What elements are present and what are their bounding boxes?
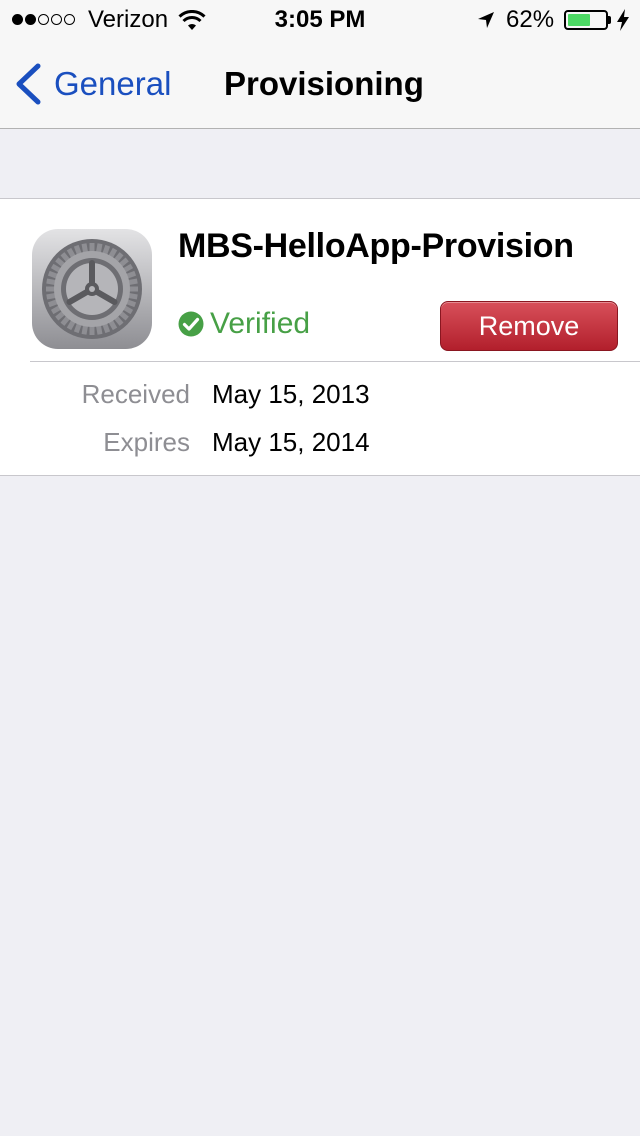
chevron-left-icon: [16, 63, 41, 105]
charging-bolt-icon: [617, 9, 629, 31]
battery-percent: 62%: [506, 6, 555, 33]
received-label: Received: [81, 379, 190, 409]
battery-icon: [564, 10, 608, 30]
page-title: Provisioning: [224, 65, 424, 102]
back-button[interactable]: General: [14, 62, 171, 106]
profile-card: MBS-HelloApp-Provision Verified Remove R…: [0, 198, 640, 476]
back-button-label: General: [54, 65, 172, 102]
navigation-bar: General Provisioning: [0, 40, 640, 128]
verified-status: Verified: [178, 307, 310, 341]
battery-level-fill: [568, 14, 591, 26]
status-bar: Verizon 3:05 PM 62%: [0, 0, 640, 40]
profile-name: MBS-HelloApp-Provision: [178, 227, 574, 265]
received-value: May 15, 2013: [212, 379, 370, 409]
expires-label: Expires: [103, 427, 190, 457]
verified-label: Verified: [210, 307, 311, 340]
location-arrow-icon: [478, 12, 494, 28]
remove-button[interactable]: Remove: [440, 301, 618, 351]
expires-value: May 15, 2014: [212, 427, 370, 457]
battery-tip: [608, 16, 611, 24]
top-bar: Verizon 3:05 PM 62% General Provisioning: [0, 0, 640, 129]
divider: [30, 361, 640, 362]
settings-gear-icon: [32, 229, 152, 349]
checkmark-circle-icon: [178, 311, 204, 337]
